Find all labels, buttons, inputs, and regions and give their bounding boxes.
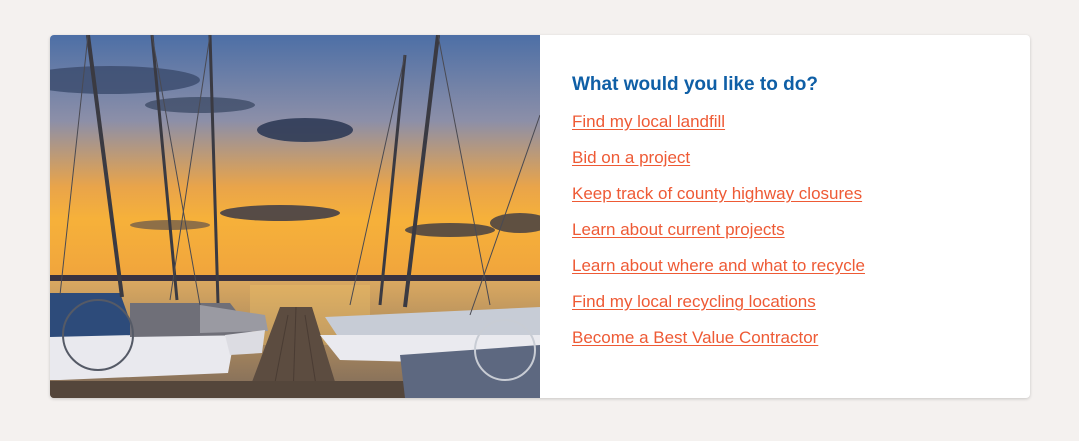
list-item: Find my local landfill: [572, 111, 998, 147]
list-item: Become a Best Value Contractor: [572, 327, 998, 363]
list-item: Learn about where and what to recycle: [572, 255, 998, 291]
panel-heading: What would you like to do?: [572, 74, 818, 95]
link-recycling-locations[interactable]: Find my local recycling locations: [572, 292, 816, 311]
link-bid-on-project[interactable]: Bid on a project: [572, 148, 690, 167]
hero-image: [50, 35, 540, 398]
quick-links-list: Find my local landfill Bid on a project …: [572, 111, 998, 363]
link-best-value-contractor[interactable]: Become a Best Value Contractor: [572, 328, 818, 347]
list-item: Bid on a project: [572, 147, 998, 183]
list-item: Keep track of county highway closures: [572, 183, 998, 219]
link-what-to-recycle[interactable]: Learn about where and what to recycle: [572, 256, 865, 275]
link-highway-closures[interactable]: Keep track of county highway closures: [572, 184, 862, 203]
list-item: Learn about current projects: [572, 219, 998, 255]
link-current-projects[interactable]: Learn about current projects: [572, 220, 785, 239]
list-item: Find my local recycling locations: [572, 291, 998, 327]
quick-links-card: What would you like to do? Find my local…: [50, 35, 1030, 398]
link-find-landfill[interactable]: Find my local landfill: [572, 112, 725, 131]
quick-links-panel: What would you like to do? Find my local…: [540, 35, 1030, 398]
